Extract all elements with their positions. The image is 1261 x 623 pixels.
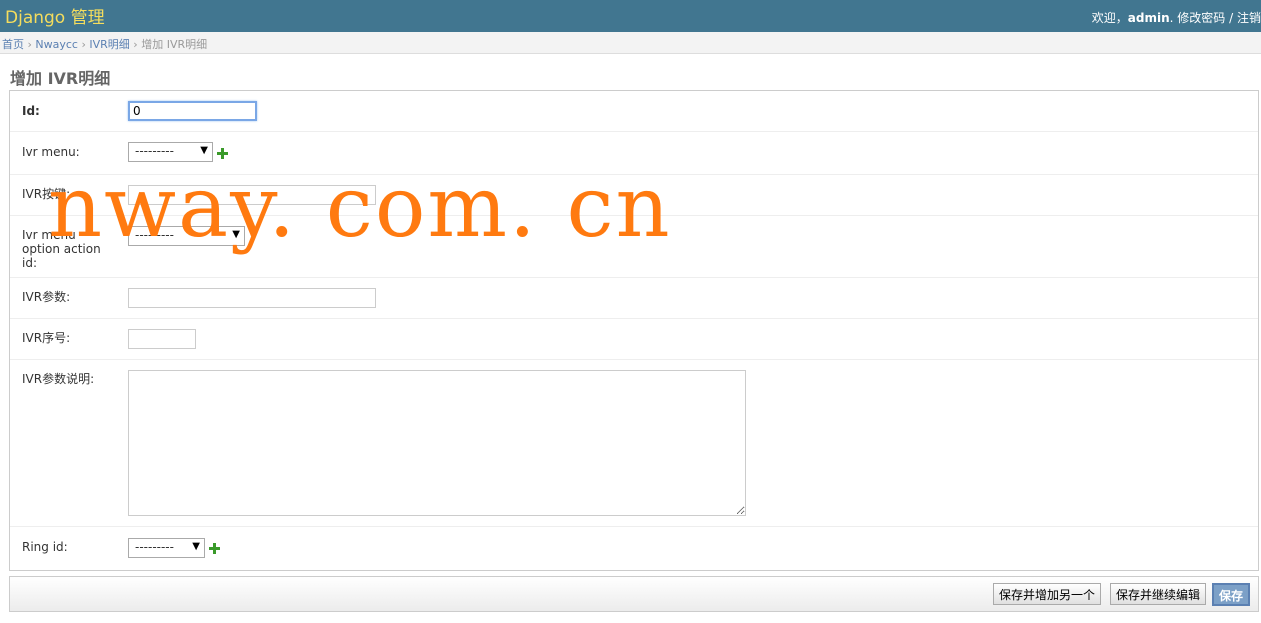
save-continue-button[interactable]: 保存并继续编辑	[1110, 583, 1207, 605]
form-row-ivr-menu: Ivr menu: --------- ▼	[10, 132, 1258, 175]
breadcrumb-current: 增加 IVR明细	[141, 38, 208, 51]
header: Django 管理 欢迎，admin. 修改密码 / 注销	[0, 0, 1261, 32]
ivr-key-input[interactable]	[128, 185, 376, 205]
form-row-ivr-order: IVR序号:	[10, 319, 1258, 360]
ivr-param-label: IVR参数:	[22, 290, 71, 304]
ivr-menu-label: Ivr menu:	[22, 145, 80, 159]
ivr-menu-option-action-selected: ---------	[135, 228, 174, 242]
form-fieldset: Id: Ivr menu: --------- ▼ IVR按键: Ivr men…	[9, 90, 1259, 571]
ivr-menu-option-action-label: Ivr menu option action id:	[22, 228, 101, 270]
breadcrumb-home[interactable]: 首页	[2, 38, 24, 51]
submit-row: 保存并增加另一个 保存并继续编辑 保存	[9, 576, 1259, 612]
ivr-order-input[interactable]	[128, 329, 196, 349]
form-row-ivr-param-desc: IVR参数说明:	[10, 360, 1258, 527]
welcome-text: 欢迎，	[1091, 11, 1128, 25]
save-button[interactable]: 保存	[1212, 583, 1251, 606]
add-ring-icon[interactable]	[209, 543, 220, 554]
user-tools-separator: /	[1225, 11, 1237, 25]
add-ivr-menu-icon[interactable]	[217, 148, 228, 159]
ivr-menu-selected: ---------	[135, 144, 174, 158]
change-password-link[interactable]: 修改密码	[1177, 11, 1225, 25]
breadcrumb: 首页 › Nwaycc › IVR明细 › 增加 IVR明细	[0, 32, 1261, 54]
ivr-menu-option-action-label-1: Ivr menu	[22, 228, 76, 242]
form-row-id: Id:	[10, 91, 1258, 132]
form-row-ivr-menu-option-action: Ivr menu option action id: --------- ▼	[10, 216, 1258, 278]
form-row-ivr-key: IVR按键:	[10, 175, 1258, 216]
ivr-menu-select[interactable]: --------- ▼	[128, 142, 213, 162]
ring-id-label: Ring id:	[22, 540, 68, 554]
username: admin	[1127, 11, 1170, 25]
ivr-key-label: IVR按键:	[22, 187, 71, 201]
site-brand[interactable]: Django 管理	[5, 3, 105, 28]
breadcrumb-model[interactable]: IVR明细	[89, 38, 129, 51]
ivr-menu-option-action-select[interactable]: --------- ▼	[128, 226, 245, 246]
chevron-down-icon: ▼	[200, 145, 208, 156]
ivr-order-label: IVR序号:	[22, 331, 71, 345]
page-title: 增加 IVR明细	[10, 69, 111, 88]
breadcrumb-sep: ›	[24, 38, 36, 51]
logout-link[interactable]: 注销	[1237, 11, 1261, 25]
breadcrumb-sep: ›	[77, 38, 90, 51]
ivr-menu-option-action-label-2: option action	[22, 242, 101, 256]
id-input[interactable]	[128, 101, 257, 121]
save-add-another-button[interactable]: 保存并增加另一个	[993, 583, 1102, 605]
breadcrumb-app[interactable]: Nwaycc	[35, 38, 78, 51]
user-tools: 欢迎，admin. 修改密码 / 注销	[1092, 9, 1261, 26]
chevron-down-icon: ▼	[192, 541, 200, 552]
id-label: Id:	[22, 104, 40, 118]
ivr-menu-option-action-label-3: id:	[22, 256, 37, 270]
form-row-ring-id: Ring id: --------- ▼	[10, 527, 1258, 570]
ivr-param-input[interactable]	[128, 288, 376, 308]
ivr-param-desc-textarea[interactable]	[128, 370, 746, 516]
ivr-param-desc-label: IVR参数说明:	[22, 372, 95, 386]
ring-id-select[interactable]: --------- ▼	[128, 538, 205, 558]
form-row-ivr-param: IVR参数:	[10, 278, 1258, 319]
chevron-down-icon: ▼	[232, 229, 240, 240]
ring-id-selected: ---------	[135, 540, 174, 554]
breadcrumb-sep: ›	[129, 38, 142, 51]
